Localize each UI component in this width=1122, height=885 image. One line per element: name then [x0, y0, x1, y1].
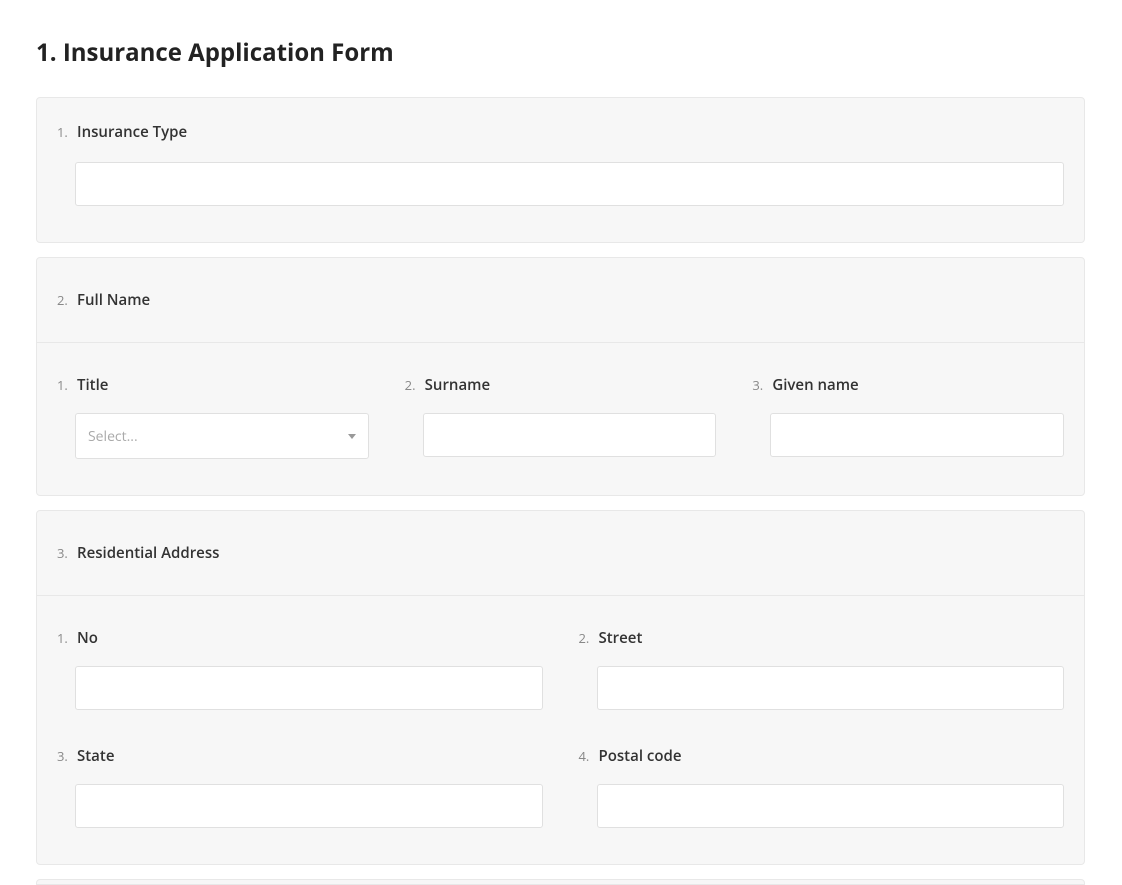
given-name-label-row: 3. Given name [752, 375, 1064, 395]
postal-code-label: Postal code [599, 746, 682, 766]
field-title: 1. Title Select... [57, 375, 369, 459]
section-insurance-type: 1. Insurance Type [36, 97, 1085, 243]
no-input[interactable] [75, 666, 543, 710]
field-state: 3. State [57, 746, 543, 828]
section-next-partial [36, 879, 1085, 885]
no-label: No [77, 628, 98, 648]
residential-address-label-row: 3. Residential Address [57, 543, 1064, 563]
title-select-placeholder: Select... [88, 427, 138, 446]
field-given-name: 3. Given name [752, 375, 1064, 459]
section-full-name: 2. Full Name 1. Title Select... [36, 257, 1085, 496]
field-postal-code: 4. Postal code [579, 746, 1065, 828]
title-label-row: 1. Title [57, 375, 369, 395]
title-label: Title [77, 375, 108, 395]
page-title-number: 1. [36, 36, 57, 69]
no-num: 1. [57, 629, 69, 647]
residential-address-label: Residential Address [77, 543, 219, 563]
insurance-type-input[interactable] [75, 162, 1064, 206]
postal-code-num: 4. [579, 747, 591, 765]
insurance-type-label: Insurance Type [77, 122, 187, 142]
page-title-text: Insurance Application Form [63, 36, 394, 69]
full-name-num: 2. [57, 291, 69, 309]
chevron-down-icon [348, 434, 356, 439]
street-label: Street [599, 628, 643, 648]
state-label: State [77, 746, 114, 766]
surname-num: 2. [405, 376, 417, 394]
page-title: 1. Insurance Application Form [36, 36, 1085, 69]
insurance-type-num: 1. [57, 123, 69, 141]
given-name-input[interactable] [770, 413, 1064, 457]
postal-code-label-row: 4. Postal code [579, 746, 1065, 766]
surname-label-row: 2. Surname [405, 375, 717, 395]
state-input[interactable] [75, 784, 543, 828]
full-name-label: Full Name [77, 290, 150, 310]
insurance-type-label-row: 1. Insurance Type [57, 122, 1064, 142]
given-name-label: Given name [772, 375, 858, 395]
street-input[interactable] [597, 666, 1065, 710]
given-name-num: 3. [752, 376, 764, 394]
street-num: 2. [579, 629, 591, 647]
state-num: 3. [57, 747, 69, 765]
field-street: 2. Street [579, 628, 1065, 710]
state-label-row: 3. State [57, 746, 543, 766]
residential-address-num: 3. [57, 544, 69, 562]
title-select[interactable]: Select... [75, 413, 369, 459]
surname-input[interactable] [423, 413, 717, 457]
surname-label: Surname [425, 375, 490, 395]
postal-code-input[interactable] [597, 784, 1065, 828]
field-surname: 2. Surname [405, 375, 717, 459]
street-label-row: 2. Street [579, 628, 1065, 648]
no-label-row: 1. No [57, 628, 543, 648]
title-num: 1. [57, 376, 69, 394]
field-no: 1. No [57, 628, 543, 710]
section-residential-address: 3. Residential Address 1. No 2. [36, 510, 1085, 865]
full-name-label-row: 2. Full Name [57, 290, 1064, 310]
